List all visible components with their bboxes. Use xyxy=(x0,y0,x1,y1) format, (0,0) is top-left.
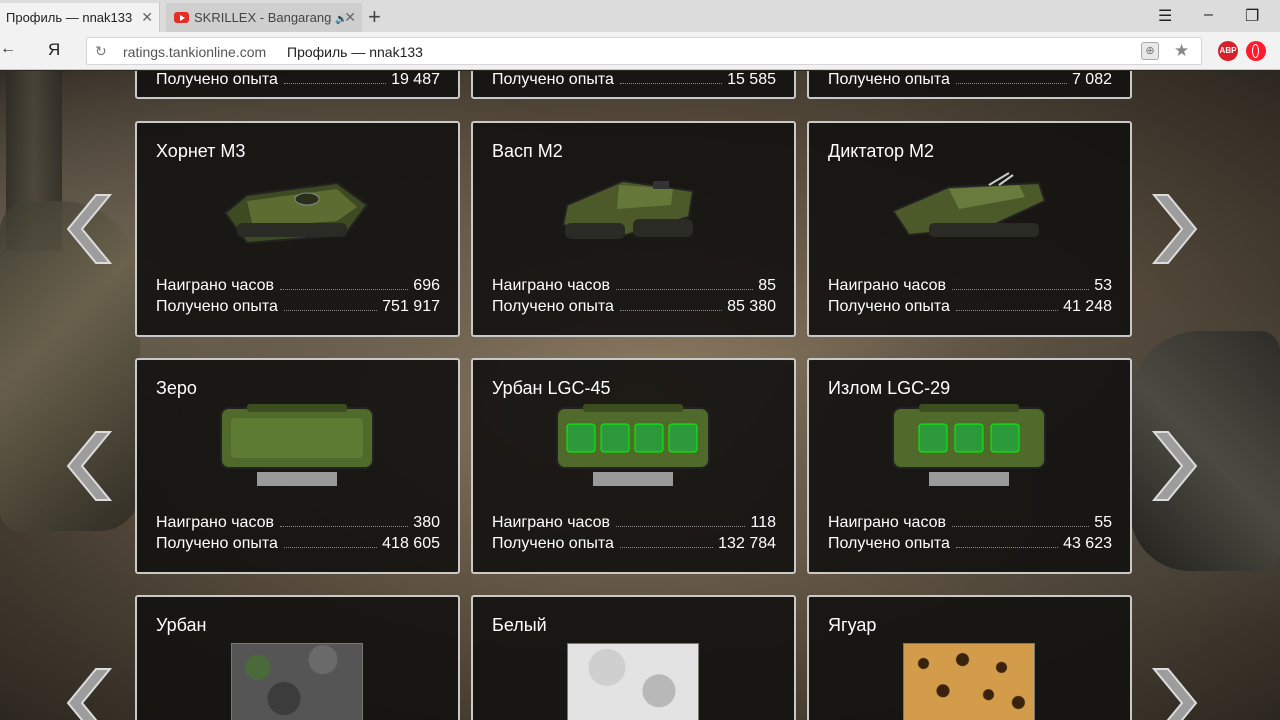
card-module-izlom: Излом LGC-29 Наиграно часов 55 Получено о… xyxy=(807,358,1132,574)
carousel-next-icon[interactable] xyxy=(1152,430,1198,502)
new-tab-button[interactable]: + xyxy=(368,4,381,30)
card-title: Белый xyxy=(492,615,547,635)
back-icon[interactable]: ← xyxy=(0,40,16,58)
fire-resist-icon xyxy=(634,423,664,453)
thunder-resist-icon xyxy=(918,423,948,453)
card-hull-hornet: Хорнет M3 Наиграно часов 696 Получено опы… xyxy=(135,121,460,337)
card-title: Васп M2 xyxy=(492,141,563,161)
yandex-button[interactable]: Я xyxy=(48,40,60,60)
isida-resist-icon xyxy=(668,423,698,453)
module-case-image xyxy=(556,404,710,486)
card-paint-white: Белый xyxy=(471,595,796,720)
opera-icon[interactable] xyxy=(1246,41,1266,61)
stat-exp-row: Получено опыта 19 487 xyxy=(156,71,440,88)
carousel-next-icon[interactable] xyxy=(1152,667,1198,720)
close-tab-icon[interactable]: ✕ xyxy=(141,9,153,26)
urban-paint-swatch xyxy=(231,643,363,720)
wasp-hull-image xyxy=(561,179,695,239)
card-module-zero: Зеро Наиграно часов 380 Получено опыта 418… xyxy=(135,358,460,574)
jaguar-paint-swatch xyxy=(903,643,1035,720)
card-title: Урбан LGC-45 xyxy=(492,378,611,398)
white-paint-swatch xyxy=(567,643,699,720)
carousel-prev-icon[interactable] xyxy=(66,667,112,720)
reload-icon[interactable]: ↻ xyxy=(95,43,107,60)
shaft-resist-icon xyxy=(990,423,1020,453)
card-paint-jaguar: Ягуар xyxy=(807,595,1132,720)
menu-icon[interactable]: ☰ xyxy=(1158,6,1172,26)
stat-hours-row: Наиграно часов 696 xyxy=(156,277,440,294)
address-bar-row: ← Я ↻ ratings.tankionline.com Профиль — … xyxy=(0,32,1280,70)
ammo-resist-icon xyxy=(954,423,984,453)
railgun-resist-icon xyxy=(600,423,630,453)
card-hull-wasp: Васп M2 Наиграно часов 85 Получено опыта 8… xyxy=(471,121,796,337)
stat-exp-row: Получено опыта 132 784 xyxy=(492,535,776,552)
stat-exp-row: Получено опыта 751 917 xyxy=(156,298,440,315)
stat-hours-row: Наиграно часов 53 xyxy=(828,277,1112,294)
page-content: Получено опыта 19 487 Получено опыта 15 58… xyxy=(0,71,1280,720)
stat-exp-row: Получено опыта 15 585 xyxy=(492,71,776,88)
carousel-next-icon[interactable] xyxy=(1152,193,1198,265)
stat-hours-row: Наиграно часов 380 xyxy=(156,514,440,531)
stat-exp-row: Получено опыта 7 082 xyxy=(828,71,1112,88)
address-page-title: Профиль — nnak133 xyxy=(287,44,423,60)
card-partial-2: Получено опыта 15 585 xyxy=(471,71,796,99)
youtube-icon xyxy=(174,12,189,23)
stat-hours-row: Наиграно часов 85 xyxy=(492,277,776,294)
card-title: Диктатор M2 xyxy=(828,141,935,161)
carousel-prev-icon[interactable] xyxy=(66,430,112,502)
freeze-resist-icon xyxy=(566,423,596,453)
address-url: ratings.tankionline.com xyxy=(123,44,267,60)
address-field[interactable]: ↻ ratings.tankionline.com Профиль — nnak… xyxy=(86,37,1202,65)
browser-tab-bar: Профиль — nnak133 ✕ SKRILLEX - Bangarang… xyxy=(0,0,1280,32)
stat-exp-row: Получено опыта 41 248 xyxy=(828,298,1112,315)
card-partial-3: Получено опыта 7 082 xyxy=(807,71,1132,99)
module-case-image xyxy=(220,404,374,486)
bookmark-star-icon[interactable]: ★ xyxy=(1174,41,1189,61)
minimize-button[interactable]: – xyxy=(1204,6,1213,24)
stat-hours-row: Наиграно часов 118 xyxy=(492,514,776,531)
tab-youtube[interactable]: SKRILLEX - Bangarang 🔊 ✕ xyxy=(166,3,362,32)
protect-icon[interactable]: ⊕ xyxy=(1141,42,1159,60)
restore-button[interactable]: ❐ xyxy=(1245,6,1259,26)
stat-exp-row: Получено опыта 43 623 xyxy=(828,535,1112,552)
dictator-hull-image xyxy=(891,172,1047,237)
stat-exp-row: Получено опыта 85 380 xyxy=(492,298,776,315)
card-title: Урбан xyxy=(156,615,207,635)
hornet-hull-image xyxy=(223,181,369,245)
stat-hours-row: Наиграно часов 55 xyxy=(828,514,1112,531)
module-case-image xyxy=(892,404,1046,486)
tab-youtube-label: SKRILLEX - Bangarang xyxy=(194,10,332,25)
card-title: Ягуар xyxy=(828,615,877,635)
tab-profile-label: Профиль — nnak133 xyxy=(6,10,133,25)
tab-profile[interactable]: Профиль — nnak133 ✕ xyxy=(0,3,160,32)
card-title: Зеро xyxy=(156,378,197,398)
close-tab-icon[interactable]: ✕ xyxy=(344,9,356,26)
adblock-icon[interactable]: ABP xyxy=(1218,41,1238,61)
stat-exp-row: Получено опыта 418 605 xyxy=(156,535,440,552)
card-partial-1: Получено опыта 19 487 xyxy=(135,71,460,99)
card-title: Излом LGC-29 xyxy=(828,378,951,398)
card-title: Хорнет M3 xyxy=(156,141,246,161)
card-module-urban: Урбан LGC-45 Наиграно часов 118 Получено … xyxy=(471,358,796,574)
carousel-prev-icon[interactable] xyxy=(66,193,112,265)
card-paint-urban: Урбан xyxy=(135,595,460,720)
card-hull-dictator: Диктатор M2 Наиграно часов 53 Получено оп… xyxy=(807,121,1132,337)
